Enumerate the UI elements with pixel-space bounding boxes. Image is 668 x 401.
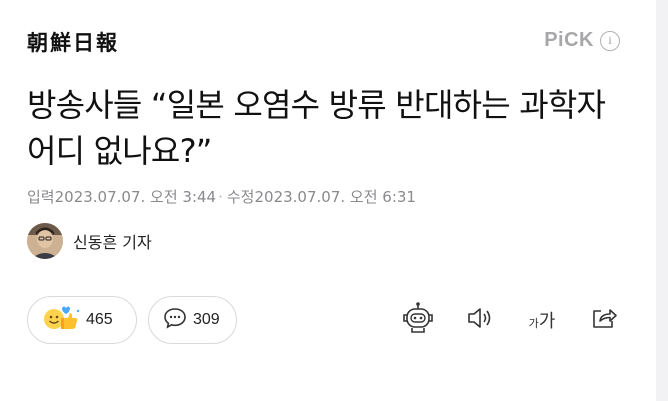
font-size-button[interactable]: 가가	[522, 302, 562, 338]
font-size-big: 가	[538, 311, 556, 332]
article-headline: 방송사들 “일본 오염수 방류 반대하는 과학자 어디 없나요?”	[27, 86, 606, 170]
info-icon[interactable]: i	[600, 30, 620, 51]
author-info[interactable]: 신동흔 기자	[27, 223, 152, 259]
robot-icon	[401, 301, 435, 339]
date-separator: ·	[218, 187, 223, 206]
pick-badge[interactable]: PiCK i	[544, 29, 620, 52]
reaction-count: 465	[86, 311, 113, 328]
font-size-icon: 가가	[529, 307, 556, 333]
pick-label: PiCK	[544, 29, 594, 51]
article-header: 朝鮮日報 PiCK i	[27, 27, 642, 59]
author-name[interactable]: 신동흔 기자	[73, 229, 152, 253]
text-to-speech-button[interactable]	[462, 302, 498, 338]
updated-date: 2023.07.07. 오전 6:31	[254, 188, 416, 206]
speaker-icon	[465, 305, 495, 335]
published-date: 2023.07.07. 오전 3:44	[54, 188, 217, 206]
reaction-button[interactable]: 465	[27, 296, 137, 344]
updated-label: 수정	[226, 188, 255, 206]
author-avatar[interactable]	[27, 223, 63, 259]
press-logo[interactable]: 朝鮮日報	[27, 27, 119, 57]
comment-button[interactable]: 309	[148, 296, 237, 344]
reaction-emoji-icon	[42, 305, 80, 335]
article-card: 朝鮮日報 PiCK i 방송사들 “일본 오염수 방류 반대하는 과학자 어디 …	[0, 0, 656, 401]
comment-count: 309	[193, 311, 220, 328]
share-button[interactable]	[586, 302, 622, 338]
comment-icon	[163, 307, 187, 333]
summary-bot-button[interactable]	[400, 302, 436, 338]
share-icon	[590, 305, 618, 335]
article-dates: 입력 2023.07.07. 오전 3:44 · 수정 2023.07.07. …	[27, 186, 416, 207]
font-size-small: 가	[528, 317, 539, 330]
published-label: 입력	[27, 188, 55, 206]
